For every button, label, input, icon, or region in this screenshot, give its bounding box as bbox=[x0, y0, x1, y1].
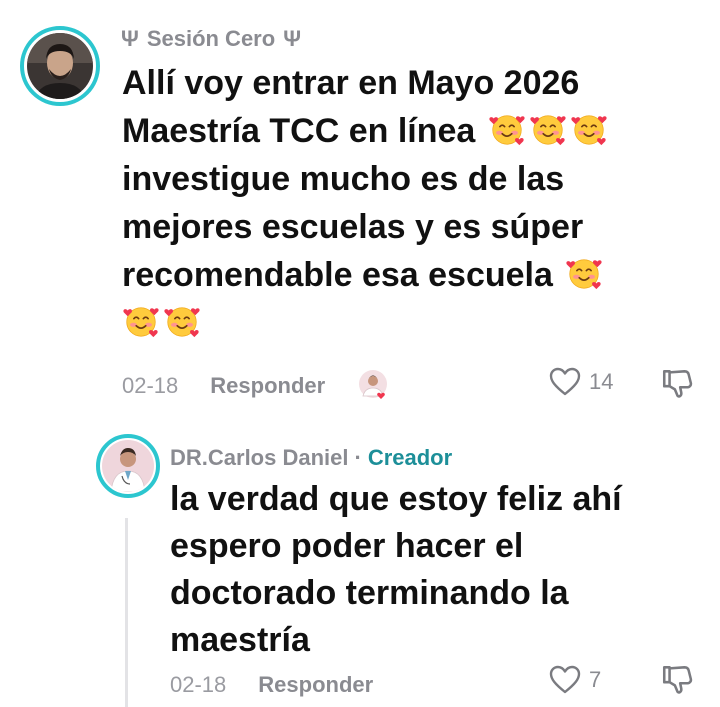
user-avatar[interactable] bbox=[20, 26, 100, 106]
reply-text-line: la verdad que estoy feliz ahí bbox=[170, 480, 622, 518]
thumbs-down-icon[interactable] bbox=[660, 662, 694, 696]
comment-text-line: recomendable esa escuela bbox=[122, 256, 553, 294]
reply-date: 02-18 bbox=[170, 672, 227, 697]
psi-symbol-icon: Ψ bbox=[283, 26, 301, 51]
comment-text-line: Maestría TCC en línea bbox=[122, 112, 476, 150]
reply-button[interactable]: Responder bbox=[258, 672, 373, 698]
creator-username[interactable]: DR.Carlos Daniel bbox=[170, 445, 349, 471]
smiling-face-with-hearts-icon bbox=[529, 110, 567, 148]
comment-text-line: mejores escuelas y es súper bbox=[122, 208, 584, 246]
reply-text-line: maestría bbox=[170, 621, 310, 659]
avatar-image bbox=[102, 440, 154, 492]
smiling-face-with-hearts-icon bbox=[570, 110, 608, 148]
reply-thread-line bbox=[125, 518, 128, 707]
like-count: 14 bbox=[589, 369, 614, 394]
like-button[interactable]: 14 bbox=[549, 364, 613, 400]
username-label: Sesión Cero bbox=[146, 26, 276, 51]
reply-body: la verdad que estoy feliz ahí espero pod… bbox=[170, 476, 700, 664]
creator-liked-avatar-icon bbox=[359, 370, 388, 399]
heart-outline-icon bbox=[549, 665, 581, 695]
psi-symbol-icon: Ψ bbox=[121, 26, 139, 51]
creator-badge: Creador bbox=[367, 445, 453, 470]
thumbs-down-icon[interactable] bbox=[660, 366, 694, 400]
smiling-face-with-hearts-icon bbox=[163, 302, 201, 340]
comment-text-line: Allí voy entrar en Mayo 2026 bbox=[122, 64, 580, 102]
separator-dot: · bbox=[354, 445, 362, 470]
reply-meta: 02-18 Responder bbox=[170, 667, 373, 703]
comment-meta: 02-18 Responder bbox=[122, 368, 393, 404]
comment-text-line: investigue mucho es de las bbox=[122, 160, 565, 198]
avatar-image bbox=[27, 33, 93, 99]
comment-date: 02-18 bbox=[122, 373, 179, 398]
like-count: 7 bbox=[589, 667, 602, 692]
heart-outline-icon bbox=[549, 367, 581, 397]
comment-body: Allí voy entrar en Mayo 2026 Maestría TC… bbox=[122, 59, 692, 347]
reply-button[interactable]: Responder bbox=[210, 373, 325, 399]
creator-avatar[interactable] bbox=[96, 434, 160, 498]
reply-text-line: doctorado terminando la bbox=[170, 574, 569, 612]
reply-username-row: DR.Carlos Daniel · Creador bbox=[170, 443, 452, 473]
reply-text-line: espero poder hacer el bbox=[170, 527, 524, 565]
smiling-face-with-hearts-icon bbox=[122, 302, 160, 340]
smiling-face-with-hearts-icon bbox=[488, 110, 526, 148]
comment-username[interactable]: Ψ Sesión Cero Ψ bbox=[121, 24, 301, 54]
like-button[interactable]: 7 bbox=[549, 662, 601, 698]
smiling-face-with-hearts-icon bbox=[565, 254, 603, 292]
